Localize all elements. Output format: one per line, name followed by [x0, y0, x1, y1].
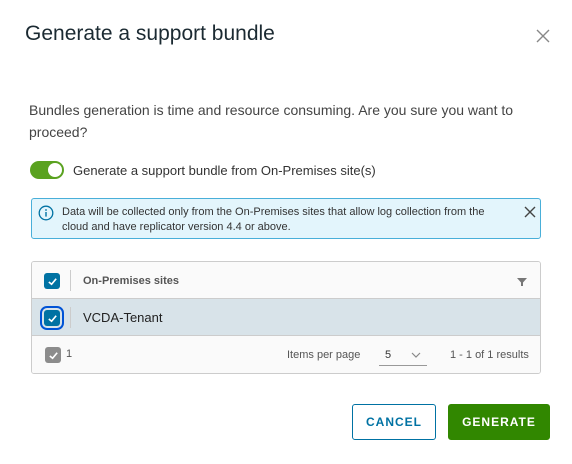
- sites-datagrid: On-Premises sites VCDA-Tenant 1 Items pe…: [31, 261, 541, 374]
- column-divider: [70, 270, 71, 291]
- toggle-label: Generate a support bundle from On-Premis…: [73, 162, 376, 178]
- on-premises-toggle[interactable]: [30, 161, 64, 179]
- cancel-button[interactable]: CANCEL: [352, 404, 436, 440]
- column-header-on-premises-sites[interactable]: On-Premises sites: [83, 275, 179, 287]
- selected-count-checkbox: [45, 347, 61, 363]
- pagination-info: 1 - 1 of 1 results: [450, 349, 529, 361]
- checkmark-icon: [47, 277, 57, 285]
- info-icon: [38, 205, 54, 221]
- table-row[interactable]: VCDA-Tenant: [32, 299, 540, 336]
- selected-count: 1: [66, 348, 73, 360]
- items-per-page-label: Items per page: [287, 349, 361, 361]
- info-alert: Data will be collected only from the On-…: [31, 198, 541, 239]
- row-checkbox[interactable]: [40, 306, 64, 330]
- dialog-title: Generate a support bundle: [25, 22, 275, 45]
- select-all-checkbox[interactable]: [44, 273, 60, 289]
- chevron-down-icon: [411, 352, 421, 358]
- close-icon[interactable]: [535, 28, 551, 44]
- on-premises-toggle-row: Generate a support bundle from On-Premis…: [30, 160, 376, 180]
- close-icon[interactable]: [523, 205, 537, 219]
- checkmark-icon: [47, 314, 57, 322]
- site-name: VCDA-Tenant: [83, 310, 163, 325]
- datagrid-header: On-Premises sites: [32, 262, 540, 299]
- generate-button[interactable]: GENERATE: [448, 404, 550, 440]
- items-per-page-select[interactable]: 5: [379, 345, 427, 366]
- column-divider: [70, 307, 71, 328]
- confirmation-text: Bundles generation is time and resource …: [29, 102, 514, 140]
- filter-icon[interactable]: [516, 276, 528, 288]
- checkmark-icon: [48, 351, 58, 359]
- toggle-knob: [48, 163, 62, 177]
- items-per-page-value: 5: [385, 349, 392, 361]
- datagrid-footer: 1 Items per page 5 1 - 1 of 1 results: [32, 336, 540, 373]
- alert-text: Data will be collected only from the On-…: [62, 206, 485, 233]
